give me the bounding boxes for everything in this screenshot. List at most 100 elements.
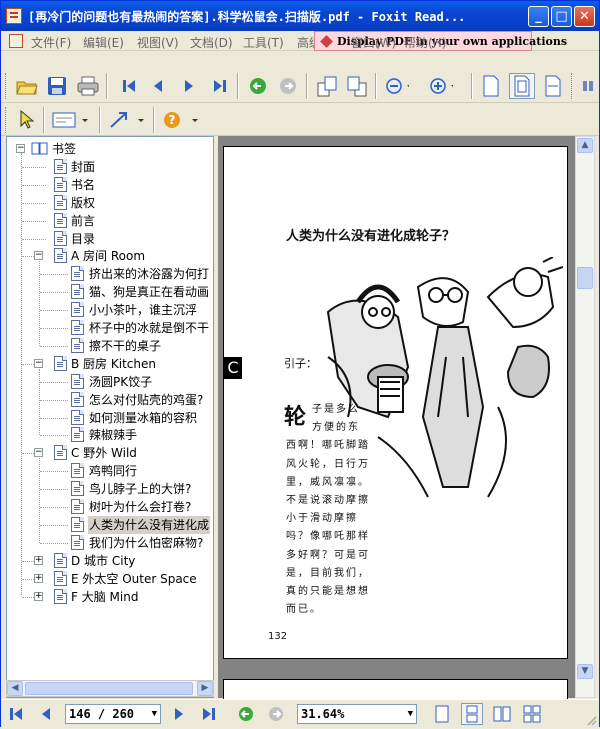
scroll-left-icon[interactable]: ◀ [7, 681, 23, 696]
document-view[interactable]: 人类为什么没有进化成轮子？ C 引子： 轮 子是多么 方便的东 西啊！哪吒脚踏 … [218, 136, 575, 709]
dropcap: 轮 [284, 404, 307, 430]
vertical-scrollbar[interactable]: ▲ ▼ [575, 136, 595, 698]
collapse-icon[interactable]: − [16, 144, 25, 153]
body-text-line: 是，目前我们， [286, 567, 370, 579]
maximize-button[interactable]: □ [551, 6, 572, 27]
arrow-line-icon [110, 112, 144, 128]
select-tool-button[interactable] [15, 108, 39, 132]
fit-page-button[interactable] [509, 73, 535, 99]
bookmarks-scroll-thumb[interactable] [25, 682, 193, 695]
status-first-page-button[interactable] [5, 703, 27, 725]
status-last-page-button[interactable] [198, 703, 220, 725]
bookmark-label: F 大脑 Mind [71, 589, 139, 604]
bookmark-label: 鸟儿脖子上的大饼? [89, 482, 192, 497]
collapse-icon[interactable]: − [34, 358, 43, 368]
zoom-in-button[interactable] [429, 74, 453, 98]
document-menu-icon[interactable] [9, 34, 23, 48]
open-button[interactable] [15, 74, 39, 98]
scroll-right-icon[interactable]: ▶ [197, 681, 213, 696]
save-button[interactable] [45, 74, 69, 98]
printer-icon [77, 76, 99, 96]
page-number-field[interactable]: 146 / 260 ▼ [65, 704, 161, 724]
collapse-icon[interactable]: − [34, 448, 43, 458]
overflow-icon [583, 81, 593, 91]
actual-size-button[interactable] [479, 74, 503, 98]
menu-document[interactable]: 文档(D) [190, 34, 233, 51]
body-text-line: 小于滑动摩擦 [286, 513, 358, 525]
resize-grip-icon[interactable] [585, 714, 597, 726]
more-tools-button[interactable] [579, 74, 597, 98]
status-previous-page-button[interactable] [35, 703, 57, 725]
continuous-view-button[interactable] [461, 703, 483, 725]
first-page-icon [123, 80, 135, 92]
continuous-facing-view-button[interactable] [521, 703, 543, 725]
bookmark-label: 小小茶叶，谁主沉浮 [89, 303, 198, 318]
fit-page-icon [514, 75, 530, 97]
zoom-field[interactable]: 31.64% ▼ [297, 704, 417, 724]
minimize-button[interactable]: _ [528, 6, 549, 27]
help-icon: ? [164, 112, 198, 128]
go-forward-button[interactable] [276, 74, 300, 98]
zoom-dropdown-icon[interactable]: ▼ [408, 705, 413, 723]
bookmarks-panel: − 书签 封面 书名 版权 前言 目录 − A 房间 Room 挤出来的沐浴露为何打 猫、狗是真正在… [6, 136, 214, 698]
previous-page-icon [42, 708, 50, 720]
menu-help[interactable]: 帮助(H) [404, 34, 446, 51]
continuous-page-icon [466, 705, 478, 723]
bookmark-page-icon [71, 373, 84, 389]
forward-arrow-icon [269, 707, 283, 721]
bookmark-page-icon [71, 534, 84, 550]
body-text-line: 多好啊？可是可 [286, 549, 370, 561]
annotation-tool-button[interactable] [51, 108, 91, 132]
close-button[interactable]: ✕ [574, 6, 595, 27]
bookmark-label: 树叶为什么会打卷? [89, 500, 192, 514]
rotate-right-button[interactable] [345, 74, 369, 98]
bookmark-label: 怎么对付贴壳的鸡蛋? [89, 392, 204, 407]
rotate-left-icon [317, 76, 337, 97]
fit-width-button[interactable] [541, 74, 565, 98]
bookmark-page-icon [54, 552, 67, 568]
app-icon[interactable] [6, 8, 22, 24]
bookmarks-horizontal-scrollbar[interactable]: ◀ ▶ [6, 680, 214, 697]
page-indicator-text: 146 / 260 [69, 707, 135, 721]
vertical-scroll-thumb[interactable] [577, 267, 593, 289]
scroll-up-icon[interactable]: ▲ [577, 138, 593, 153]
expand-icon[interactable]: + [34, 573, 43, 583]
bookmark-page-icon [54, 570, 67, 586]
last-page-button[interactable] [208, 74, 232, 98]
zoom-value-text: 31.64% [301, 707, 345, 721]
intro-label: 引子： [284, 357, 317, 370]
collapse-icon[interactable]: − [34, 251, 43, 261]
menu-view[interactable]: 视图(V) [137, 34, 179, 51]
page-dropdown-icon[interactable]: ▼ [152, 705, 157, 723]
select-arrow-icon [20, 110, 35, 129]
zoom-out-button[interactable] [385, 74, 409, 98]
print-button[interactable] [76, 74, 100, 98]
first-page-button[interactable] [117, 74, 141, 98]
status-next-page-button[interactable] [168, 703, 190, 725]
menu-file[interactable]: 文件(F) [31, 34, 71, 51]
bookmark-page-icon [54, 445, 67, 461]
first-page-icon [10, 708, 22, 720]
status-back-button[interactable] [235, 703, 257, 725]
menu-window[interactable]: 窗口(W) [351, 34, 396, 51]
menu-tools[interactable]: 工具(T) [243, 34, 284, 51]
status-forward-button[interactable] [265, 703, 287, 725]
next-page-button[interactable] [177, 74, 201, 98]
status-bar: 146 / 260 ▼ 31.64% ▼ [1, 699, 599, 727]
arrow-tool-button[interactable] [107, 108, 147, 132]
page-number: 132 [268, 631, 288, 642]
bookmark-page-icon [71, 391, 84, 407]
previous-page-button[interactable] [146, 74, 170, 98]
go-back-button[interactable] [246, 74, 270, 98]
scroll-down-icon[interactable]: ▼ [577, 664, 593, 679]
help-button[interactable]: ? [161, 108, 201, 132]
cursor-icon [320, 35, 333, 48]
page-icon [483, 75, 499, 97]
single-page-view-button[interactable] [431, 703, 453, 725]
menu-edit[interactable]: 编辑(E) [83, 34, 124, 51]
facing-view-button[interactable] [491, 703, 513, 725]
rotate-left-button[interactable] [315, 74, 339, 98]
expand-icon[interactable]: + [34, 555, 43, 565]
expand-icon[interactable]: + [34, 591, 43, 601]
bookmark-page-icon [71, 481, 84, 497]
